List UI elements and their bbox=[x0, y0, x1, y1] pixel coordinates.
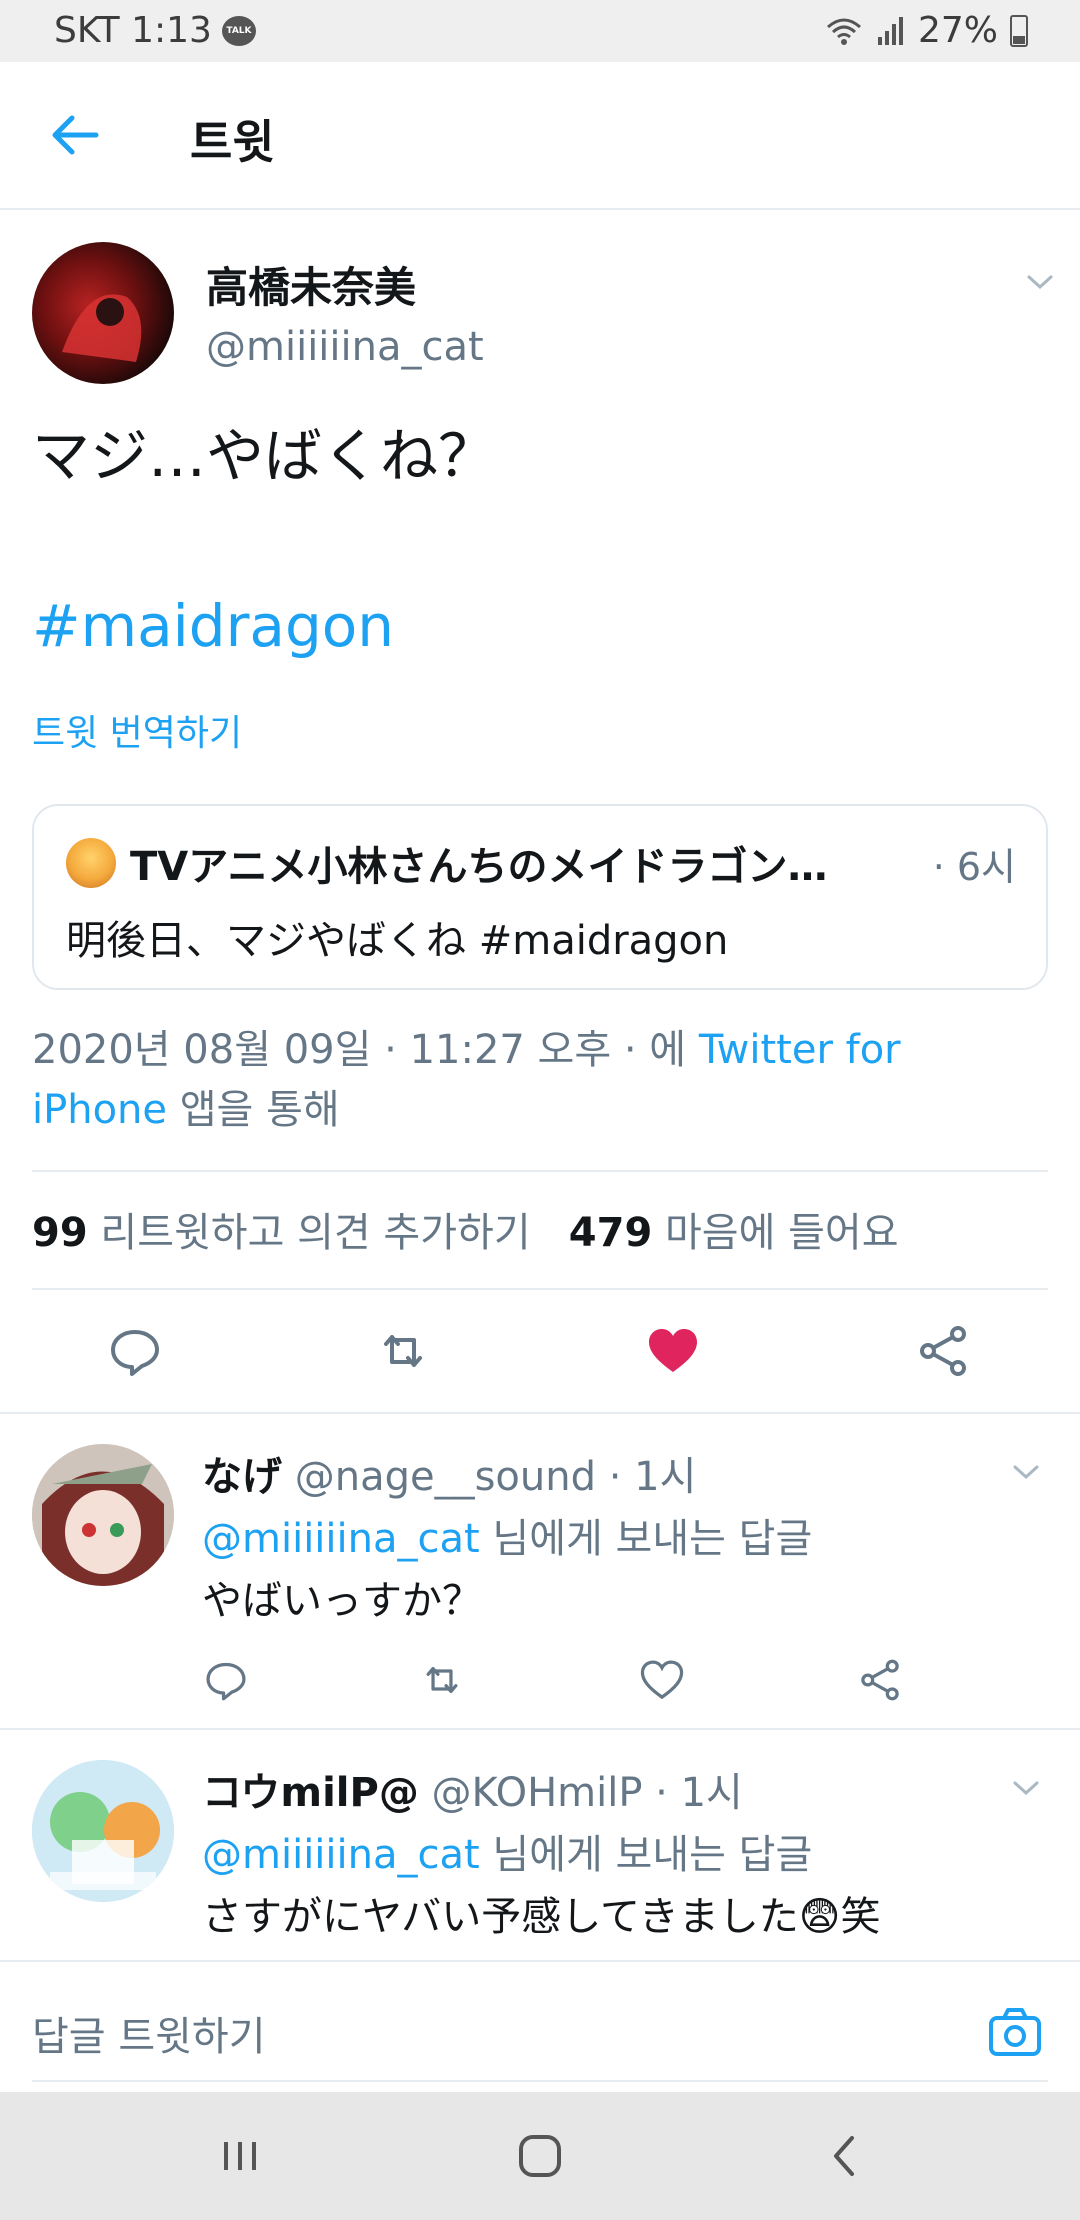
translate-link[interactable]: 트윗 번역하기 bbox=[32, 704, 242, 756]
heart-icon[interactable] bbox=[646, 1324, 700, 1378]
composer-underline bbox=[32, 2080, 1048, 2082]
reply-icon[interactable] bbox=[108, 1324, 162, 1378]
quoted-tweet[interactable]: TVアニメ小林さんちのメイドラゴン… · 6시 明後日、マジやばくね #maid… bbox=[32, 804, 1048, 990]
main-tweet: 高橋未奈美 @miiiiiina_cat マジ…やばくね？ #maidragon… bbox=[0, 212, 1080, 1414]
divider bbox=[32, 1288, 1048, 1290]
tweet-stats: 99 리트윗하고 의견 추가하기 479 마음에 들어요 bbox=[32, 1200, 899, 1258]
status-left: SKT 1:13 TALK bbox=[54, 10, 256, 51]
author-handle[interactable]: @miiiiiina_cat bbox=[206, 324, 484, 370]
share-icon[interactable] bbox=[916, 1324, 970, 1378]
reply-header: コウmilP@ @KOHmilP · 1시 bbox=[202, 1760, 743, 1818]
reply-to-link[interactable]: @miiiiiina_cat bbox=[202, 1516, 480, 1562]
retweet-label[interactable]: 리트윗하고 의견 추가하기 bbox=[100, 1210, 530, 1256]
status-bar: SKT 1:13 TALK 27% bbox=[0, 0, 1080, 62]
chevron-down-icon[interactable] bbox=[1008, 1454, 1044, 1490]
reply-avatar[interactable] bbox=[32, 1444, 174, 1586]
reply-header: なげ @nage__sound · 1시 bbox=[202, 1444, 696, 1502]
status-right: 27% bbox=[824, 10, 1028, 51]
reply-item[interactable]: コウmilP@ @KOHmilP · 1시 @miiiiiina_cat 님에게… bbox=[0, 1730, 1080, 1962]
client-suffix: 앱을 통해 bbox=[179, 1087, 340, 1133]
reply-handle-time: @KOHmilP · 1시 bbox=[431, 1770, 743, 1816]
retweet-count[interactable]: 99 bbox=[32, 1210, 88, 1256]
reply-actions bbox=[0, 1654, 1080, 1704]
reply-avatar[interactable] bbox=[32, 1760, 174, 1902]
reply-input-placeholder[interactable]: 답글 트윗하기 bbox=[32, 2004, 266, 2062]
system-nav-bar bbox=[0, 2092, 1080, 2220]
reply-to-line: @miiiiiina_cat 님에게 보내는 답글 bbox=[202, 1506, 812, 1564]
heart-icon[interactable] bbox=[640, 1658, 684, 1702]
like-count[interactable]: 479 bbox=[569, 1210, 653, 1256]
reply-text: さすがにヤバい予感してきました😨笑 bbox=[202, 1894, 881, 1940]
arrow-left-icon[interactable] bbox=[46, 106, 104, 164]
camera-icon[interactable] bbox=[986, 2002, 1044, 2060]
quoted-avatar bbox=[66, 838, 116, 888]
author-name[interactable]: 高橋未奈美 bbox=[206, 254, 416, 315]
reply-icon[interactable] bbox=[204, 1658, 248, 1702]
tweet-actions bbox=[0, 1304, 1080, 1404]
reply-composer[interactable]: 답글 트윗하기 bbox=[0, 1962, 1080, 2092]
battery-percent: 27% bbox=[917, 10, 998, 51]
reply-to-suffix: 님에게 보내는 답글 bbox=[492, 1832, 813, 1878]
chevron-down-icon[interactable] bbox=[1022, 264, 1058, 300]
like-label[interactable]: 마음에 들어요 bbox=[665, 1210, 899, 1256]
battery-icon bbox=[1010, 14, 1028, 47]
recent-apps-icon[interactable] bbox=[210, 2126, 270, 2186]
reply-to-line: @miiiiiina_cat 님에게 보내는 답글 bbox=[202, 1822, 812, 1880]
app-bar: 트윗 bbox=[0, 62, 1080, 210]
page-title: 트윗 bbox=[190, 115, 275, 169]
chevron-down-icon[interactable] bbox=[1008, 1770, 1044, 1806]
tweet-date: 2020년 08월 09일 · 11:27 오후 · 에 bbox=[32, 1027, 687, 1073]
talk-notification-icon: TALK bbox=[221, 15, 256, 46]
hashtag-link[interactable]: #maidragon bbox=[32, 592, 394, 660]
quoted-author-name: TVアニメ小林さんちのメイドラゴン… bbox=[130, 844, 828, 890]
share-icon[interactable] bbox=[858, 1658, 902, 1702]
tweet-text: マジ…やばくね？ bbox=[32, 422, 497, 490]
back-nav-icon[interactable] bbox=[814, 2126, 874, 2186]
reply-author-name[interactable]: なげ bbox=[202, 1454, 282, 1500]
retweet-icon[interactable] bbox=[420, 1658, 464, 1702]
home-icon[interactable] bbox=[510, 2126, 570, 2186]
quoted-time: · 6시 bbox=[932, 845, 1016, 889]
reply-item[interactable]: なげ @nage__sound · 1시 @miiiiiina_cat 님에게 … bbox=[0, 1414, 1080, 1728]
reply-handle-time: @nage__sound · 1시 bbox=[294, 1454, 697, 1500]
divider bbox=[32, 1170, 1048, 1172]
signal-icon bbox=[877, 16, 903, 45]
reply-to-link[interactable]: @miiiiiina_cat bbox=[202, 1832, 480, 1878]
reply-text: やばいっすか？ bbox=[202, 1578, 482, 1624]
author-avatar[interactable] bbox=[32, 242, 174, 384]
tweet-meta: 2020년 08월 09일 · 11:27 오후 · 에 Twitter for… bbox=[32, 1020, 1042, 1140]
carrier-time: SKT 1:13 bbox=[54, 10, 212, 51]
retweet-icon[interactable] bbox=[376, 1324, 430, 1378]
wifi-icon bbox=[826, 18, 861, 45]
quoted-text: 明後日、マジやばくね #maidragon bbox=[66, 918, 729, 964]
reply-to-suffix: 님에게 보내는 답글 bbox=[492, 1516, 813, 1562]
reply-author-name[interactable]: コウmilP@ bbox=[202, 1770, 419, 1816]
